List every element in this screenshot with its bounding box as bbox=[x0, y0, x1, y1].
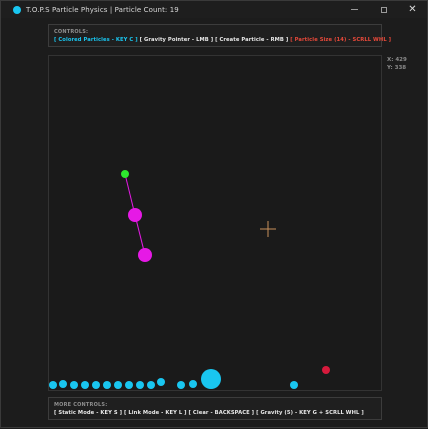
app-window: T.O.P.S Particle Physics | Particle Coun… bbox=[0, 0, 428, 428]
control-static-mode: [ Static Mode - KEY S ] bbox=[54, 410, 123, 416]
particle-blue bbox=[92, 381, 100, 389]
particle-scene bbox=[49, 170, 330, 389]
control-gravity: [ Gravity (5) - KEY G + SCRLL WHL ] bbox=[256, 410, 364, 416]
particle-magenta bbox=[128, 208, 142, 222]
more-controls-panel: MORE CONTROLS: [ Static Mode - KEY S ] [… bbox=[48, 397, 382, 420]
particle-magenta bbox=[138, 248, 152, 262]
more-controls-list: [ Static Mode - KEY S ] [ Link Mode - KE… bbox=[54, 410, 364, 416]
more-controls-title: MORE CONTROLS: bbox=[54, 402, 108, 408]
particle-blue bbox=[70, 381, 78, 389]
particle-blue bbox=[290, 381, 298, 389]
particle-blue-large bbox=[201, 369, 221, 389]
particle-blue bbox=[125, 381, 133, 389]
particle-blue bbox=[136, 381, 144, 389]
particle-red bbox=[322, 366, 330, 374]
control-clear: [ Clear - BACKSPACE ] bbox=[188, 410, 255, 416]
particle-blue bbox=[189, 380, 197, 388]
particle-blue bbox=[81, 381, 89, 389]
particle-green bbox=[121, 170, 129, 178]
particle-blue bbox=[147, 381, 155, 389]
particle-blue bbox=[103, 381, 111, 389]
particle-blue bbox=[49, 381, 57, 389]
control-link-mode: [ Link Mode - KEY L ] bbox=[124, 410, 187, 416]
particle-blue bbox=[157, 378, 165, 386]
particle-blue bbox=[114, 381, 122, 389]
particle-blue bbox=[177, 381, 185, 389]
particle-blue bbox=[59, 380, 67, 388]
crosshair-icon bbox=[260, 221, 276, 237]
